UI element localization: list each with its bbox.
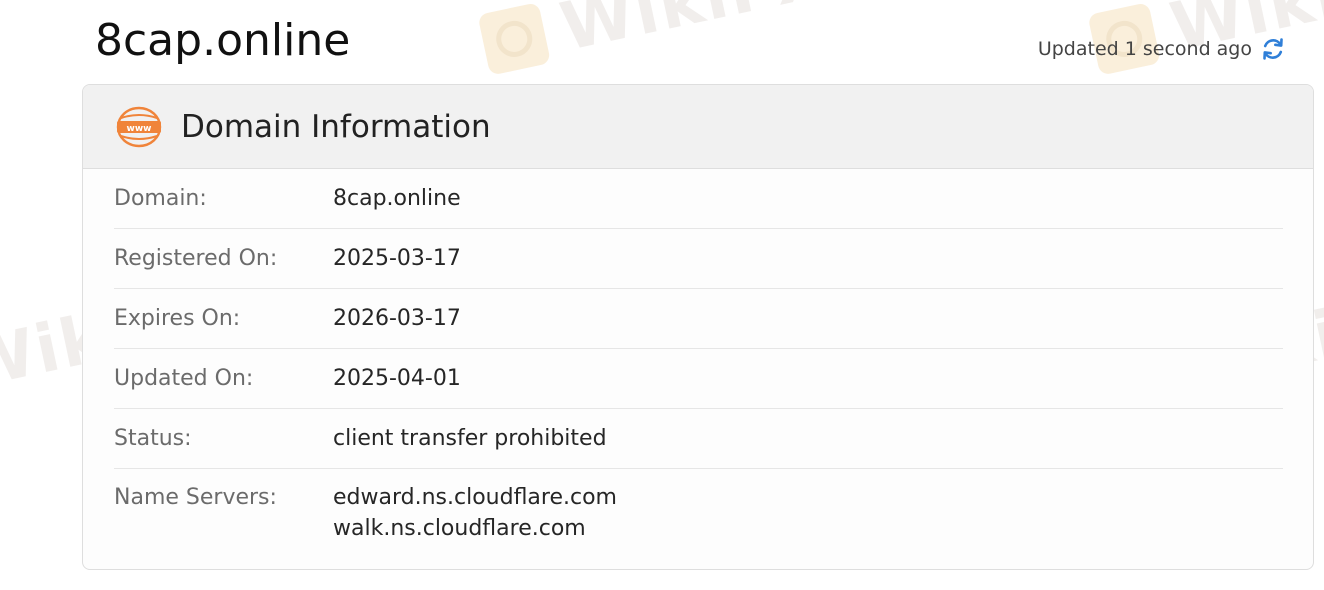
page-title: 8cap.online: [95, 15, 351, 66]
row-label: Name Servers:: [114, 485, 277, 510]
row-updated-on: Updated On: 2025-04-01: [114, 349, 1283, 409]
row-value: 2025-03-17: [333, 246, 461, 271]
card-title: Domain Information: [181, 108, 491, 145]
name-server-item: edward.ns.cloudflare.com: [333, 485, 617, 510]
row-value: 8cap.online: [333, 186, 461, 211]
row-label: Updated On:: [114, 366, 254, 391]
row-domain: Domain: 8cap.online: [114, 169, 1283, 229]
info-table: Domain: 8cap.online Registered On: 2025-…: [83, 169, 1313, 541]
watermark: WikiFX: [476, 0, 834, 83]
name-server-list: edward.ns.cloudflare.com walk.ns.cloudfl…: [333, 485, 617, 541]
www-icon: www: [115, 106, 163, 148]
name-server-item: walk.ns.cloudflare.com: [333, 516, 586, 541]
updated-status: Updated 1 second ago: [1038, 36, 1286, 62]
page: WikiFX WikiFX WikiFX WikiFX WikiFX 8cap.…: [0, 0, 1324, 590]
row-value: 2026-03-17: [333, 306, 461, 331]
domain-information-card: www Domain Information Domain: 8cap.onli…: [82, 84, 1314, 570]
watermark-logo-icon: [477, 1, 551, 76]
watermark-text: WikiFX: [554, 0, 835, 66]
row-label: Registered On:: [114, 246, 278, 271]
row-value: client transfer prohibited: [333, 426, 607, 451]
card-header: www Domain Information: [83, 85, 1313, 169]
row-label: Domain:: [114, 186, 207, 211]
row-label: Expires On:: [114, 306, 241, 331]
row-registered-on: Registered On: 2025-03-17: [114, 229, 1283, 289]
svg-text:www: www: [127, 124, 152, 134]
row-name-servers: Name Servers: edward.ns.cloudflare.com w…: [114, 469, 1283, 541]
row-value: 2025-04-01: [333, 366, 461, 391]
updated-text: Updated 1 second ago: [1037, 38, 1252, 60]
row-expires-on: Expires On: 2026-03-17: [114, 289, 1283, 349]
row-label: Status:: [114, 426, 192, 451]
refresh-icon[interactable]: [1260, 36, 1286, 62]
row-status: Status: client transfer prohibited: [114, 409, 1283, 469]
